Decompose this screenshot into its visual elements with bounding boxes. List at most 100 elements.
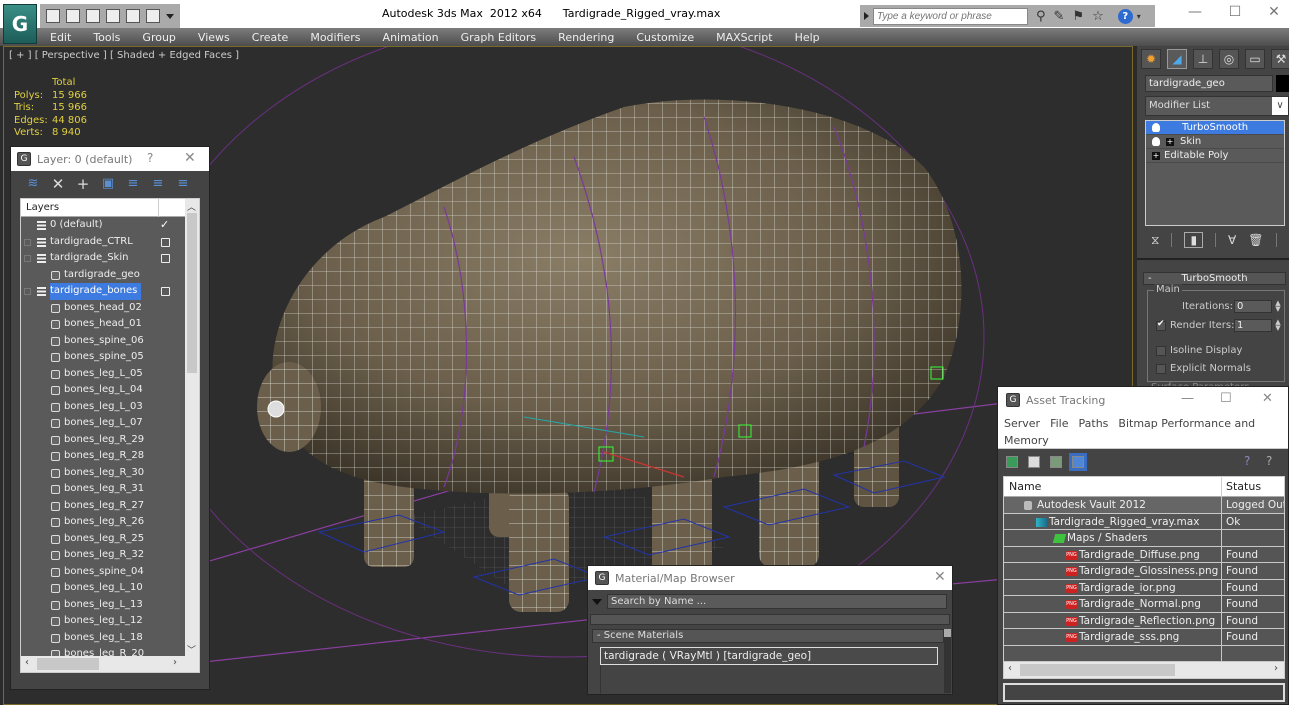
display-tab-icon[interactable]: ▭: [1245, 49, 1265, 69]
undo-icon[interactable]: [86, 9, 100, 23]
object-row[interactable]: bones_leg_L_18: [21, 630, 186, 647]
menu-maxscript[interactable]: MAXScript: [716, 31, 772, 44]
object-row[interactable]: bones_leg_R_32: [21, 547, 186, 564]
menu-views[interactable]: Views: [198, 31, 230, 44]
menu-modifiers[interactable]: Modifiers: [310, 31, 360, 44]
save-file-icon[interactable]: [66, 9, 80, 23]
app-menu-button[interactable]: G: [3, 4, 37, 44]
make-current-checkbox[interactable]: [161, 237, 170, 247]
scroll-thumb[interactable]: [37, 658, 99, 670]
object-row[interactable]: bones_leg_L_13: [21, 597, 186, 614]
expand-search-icon[interactable]: [864, 12, 869, 20]
expand-toggle-icon[interactable]: [24, 238, 31, 246]
layer-manager-titlebar[interactable]: G Layer: 0 (default) ? ✕: [11, 147, 209, 171]
hierarchy-tab-icon[interactable]: ⊥: [1193, 49, 1213, 69]
object-row[interactable]: bones_leg_R_31: [21, 481, 186, 498]
asset-row[interactable]: PNG Tardigrade_Normal.png Found: [1004, 596, 1284, 613]
object-row[interactable]: bones_leg_L_12: [21, 613, 186, 630]
scroll-thumb[interactable]: [944, 629, 951, 637]
asset-row[interactable]: PNG Tardigrade_ior.png Found: [1004, 579, 1284, 596]
expand-toggle-icon[interactable]: [24, 288, 31, 295]
scroll-down-icon[interactable]: ﹀: [187, 643, 196, 656]
new-scene-icon[interactable]: [146, 9, 160, 23]
delete-layer-icon[interactable]: ✕: [51, 177, 65, 192]
render-iters-checkbox[interactable]: [1156, 319, 1166, 331]
object-row[interactable]: bones_spine_06: [21, 333, 186, 350]
show-end-result-icon[interactable]: ▮: [1184, 232, 1204, 248]
iterations-spinner-arrows[interactable]: ▲ ▼: [1274, 300, 1282, 313]
close-button[interactable]: ✕: [184, 150, 196, 166]
explicit-normals-checkbox[interactable]: [1156, 364, 1166, 374]
modify-tab-icon[interactable]: ◢: [1167, 49, 1187, 69]
menu-group[interactable]: Group: [142, 31, 176, 44]
pin-stack-icon[interactable]: ⧖: [1151, 233, 1159, 248]
material-browser-scrollbar[interactable]: [944, 629, 951, 693]
communication-center-icon[interactable]: ⚑: [1072, 9, 1084, 24]
object-row[interactable]: bones_leg_R_29: [21, 432, 186, 449]
object-name-field[interactable]: tardigrade_geo: [1145, 75, 1273, 92]
hide-all-layers-icon[interactable]: ≡: [151, 177, 165, 191]
customize-dropdown-icon[interactable]: [166, 13, 174, 19]
help-dropdown-icon[interactable]: ▾: [1137, 12, 1141, 21]
add-to-layer-icon[interactable]: +: [76, 177, 90, 192]
expand-plus-icon[interactable]: +: [1166, 138, 1174, 146]
object-row[interactable]: bones_leg_L_03: [21, 399, 186, 416]
isoline-display-checkbox[interactable]: [1156, 346, 1166, 356]
menu-animation[interactable]: Animation: [383, 31, 439, 44]
search-by-name-input[interactable]: Search by Name ...: [607, 594, 947, 609]
select-objects-icon[interactable]: ▣: [101, 177, 115, 191]
table-view-icon[interactable]: [1069, 453, 1087, 471]
object-row[interactable]: bones_head_01: [21, 316, 186, 333]
scroll-thumb[interactable]: [187, 213, 197, 373]
object-row[interactable]: bones_leg_R_25: [21, 531, 186, 548]
maximize-button[interactable]: ☐: [1220, 391, 1232, 406]
help-icon[interactable]: ?: [1244, 454, 1250, 468]
object-row[interactable]: bones_leg_L_10: [21, 580, 186, 597]
asset-row[interactable]: Tardigrade_Rigged_vray.max Ok: [1004, 513, 1284, 530]
freeze-all-layers-icon[interactable]: ≡: [176, 177, 190, 191]
modifier-list-dropdown[interactable]: Modifier List ∨: [1145, 96, 1289, 116]
utilities-tab-icon[interactable]: ⚒: [1271, 49, 1289, 69]
menu-edit[interactable]: Edit: [50, 31, 71, 44]
object-row[interactable]: tardigrade_geo: [21, 267, 186, 284]
list-view-icon[interactable]: [1028, 456, 1040, 468]
scene-materials-group[interactable]: - Scene Materials: [592, 629, 944, 643]
object-row[interactable]: bones_leg_L_04: [21, 382, 186, 399]
minimize-button[interactable]: —: [1181, 391, 1194, 406]
refresh-icon[interactable]: [1006, 456, 1018, 468]
whats-this-icon[interactable]: ?: [1266, 454, 1272, 468]
layer-horizontal-scrollbar[interactable]: ‹ ›: [21, 656, 199, 672]
menu-rendering[interactable]: Rendering: [558, 31, 614, 44]
layer-tree[interactable]: Layers 0 (default) ✓ tardigrade_CTRL tardig…: [20, 198, 200, 673]
modifier-stack-item[interactable]: + Editable Poly: [1146, 149, 1284, 163]
thumbnail-view-icon[interactable]: [1050, 456, 1062, 468]
menu-help[interactable]: Help: [795, 31, 820, 44]
status-column-header[interactable]: Status: [1226, 480, 1261, 493]
material-item[interactable]: tardigrade ( VRayMtl ) [tardigrade_geo]: [600, 647, 938, 665]
remove-modifier-icon[interactable]: 🗑: [1248, 233, 1263, 247]
object-row[interactable]: bones_spine_04: [21, 564, 186, 581]
create-tab-icon[interactable]: ✹: [1141, 49, 1161, 69]
layer-row[interactable]: tardigrade_CTRL: [21, 234, 186, 251]
close-button[interactable]: ✕: [934, 569, 946, 585]
layer-row[interactable]: tardigrade_Skin: [21, 250, 186, 267]
object-row[interactable]: bones_leg_L_07: [21, 415, 186, 432]
current-layer-check-icon[interactable]: ✓: [160, 217, 169, 234]
asset-menu-file[interactable]: File: [1050, 417, 1068, 430]
render-iters-spinner-arrows[interactable]: ▲ ▼: [1274, 319, 1282, 332]
help-button[interactable]: ?: [147, 151, 153, 165]
binoculars-search-icon[interactable]: ⚲: [1036, 9, 1046, 24]
maximize-button[interactable]: ☐: [1220, 4, 1250, 22]
scroll-left-icon[interactable]: ‹: [25, 657, 29, 668]
render-iters-spinner[interactable]: 1: [1234, 319, 1272, 332]
make-current-checkbox[interactable]: [161, 287, 170, 296]
asset-row[interactable]: PNG Tardigrade_sss.png Found: [1004, 629, 1284, 646]
select-layer-icon[interactable]: ≡: [126, 177, 140, 191]
object-row[interactable]: bones_leg_R_26: [21, 514, 186, 531]
object-row[interactable]: bones_spine_05: [21, 349, 186, 366]
keyword-search-input[interactable]: [873, 7, 1028, 25]
make-current-checkbox[interactable]: [161, 254, 170, 263]
menu-customize[interactable]: Customize: [636, 31, 694, 44]
help-icon[interactable]: ?: [1117, 8, 1133, 24]
asset-row[interactable]: Autodesk Vault 2012 Logged Out: [1004, 497, 1284, 514]
